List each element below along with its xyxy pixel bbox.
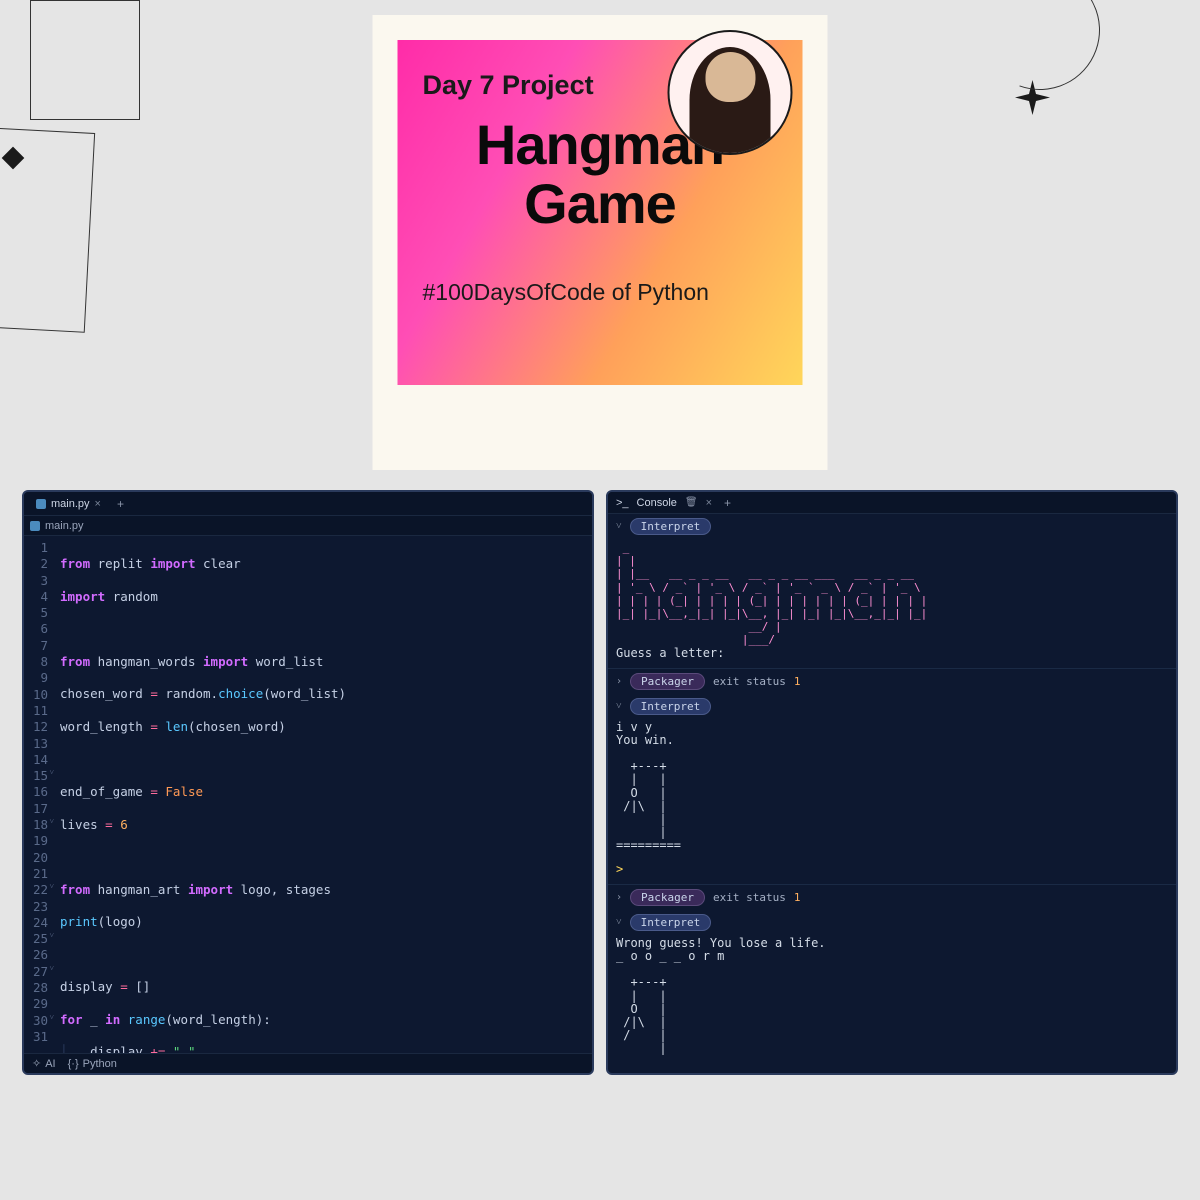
- python-icon: [30, 521, 40, 531]
- avatar: [668, 30, 793, 155]
- exit-status-label: exit status: [713, 891, 786, 904]
- console-section-2: › Packager exit status 1 ˅ Interpret i v…: [608, 669, 1176, 885]
- console-body[interactable]: ˅ Interpret _ | | | |__ __ _ _ __ __ _ _…: [608, 514, 1176, 1073]
- section-bar-interpret-2[interactable]: ˅ Interpret: [608, 694, 1176, 719]
- status-language[interactable]: {·}Python: [68, 1058, 117, 1070]
- section-bar-interpret-1[interactable]: ˅ Interpret: [608, 514, 1176, 539]
- console-pane: >_ Console 🗑 × + ˅ Interpret _ | |: [606, 490, 1178, 1075]
- line-gutter: 1234567891011121314 15˅1617 18˅192021 22…: [24, 536, 54, 1053]
- packager-pill: Packager: [630, 673, 705, 690]
- interpret-pill: Interpret: [630, 518, 712, 535]
- interpret-pill: Interpret: [630, 698, 712, 715]
- decorative-arc: [960, 0, 1119, 110]
- console-title: Console: [637, 497, 677, 509]
- console-new-tab[interactable]: +: [720, 496, 735, 510]
- breadcrumb: main.py: [24, 516, 592, 536]
- console-section-1: ˅ Interpret _ | | | |__ __ _ _ __ __ _ _…: [608, 514, 1176, 669]
- console-prompt[interactable]: >: [608, 861, 1176, 884]
- ascii-logo: _ | | | |__ __ _ _ __ __ _ _ __ ___ __ _…: [616, 541, 927, 646]
- python-icon: [36, 499, 46, 509]
- new-tab-button[interactable]: +: [113, 497, 128, 511]
- card-hashtag: #100DaysOfCode of Python: [423, 279, 778, 306]
- breadcrumb-label: main.py: [45, 520, 84, 532]
- interpret-pill: Interpret: [630, 914, 712, 931]
- console-output-3: Wrong guess! You lose a life. _ o o _ _ …: [608, 935, 1176, 1064]
- console-close-icon[interactable]: ×: [706, 497, 712, 509]
- console-header: >_ Console 🗑 × +: [608, 492, 1176, 514]
- editor-tab-mainpy[interactable]: main.py ×: [30, 498, 107, 510]
- chevron-down-icon: ˅: [616, 521, 622, 532]
- console-output-2: i v y You win. +---+ | | O | /|\ | | | =…: [608, 719, 1176, 861]
- editor-pane: main.py × + main.py 1234567891011121314 …: [22, 490, 594, 1075]
- console-output-1: _ | | | |__ __ _ _ __ __ _ _ __ ___ __ _…: [608, 539, 1176, 668]
- exit-status-label: exit status: [713, 675, 786, 688]
- exit-status-code: 1: [794, 675, 801, 688]
- terminal-icon: >_: [616, 497, 629, 509]
- editor-tab-bar: main.py × +: [24, 492, 592, 516]
- status-bar: ✧AI {·}Python: [24, 1053, 592, 1073]
- console-section-3: › Packager exit status 1 ˅ Interpret Wro…: [608, 885, 1176, 1064]
- code-lines[interactable]: from replit import clear import random f…: [54, 536, 592, 1053]
- hero-card-gradient: Day 7 Project Hangman Game #100DaysOfCod…: [398, 40, 803, 385]
- close-icon[interactable]: ×: [95, 498, 101, 510]
- chevron-right-icon: ›: [616, 676, 622, 687]
- exit-status-code: 1: [794, 891, 801, 904]
- editors-row: main.py × + main.py 1234567891011121314 …: [22, 490, 1178, 1075]
- guess-prompt: Guess a letter:: [616, 646, 732, 660]
- section-bar-interpret-3[interactable]: ˅ Interpret: [608, 910, 1176, 935]
- card-title-line2: Game: [423, 175, 778, 234]
- chevron-down-icon: ˅: [616, 917, 622, 928]
- trash-icon[interactable]: 🗑: [685, 497, 698, 508]
- code-area[interactable]: 1234567891011121314 15˅1617 18˅192021 22…: [24, 536, 592, 1053]
- chevron-right-icon: ›: [616, 892, 622, 903]
- section-bar-packager-1[interactable]: › Packager exit status 1: [608, 669, 1176, 694]
- packager-pill: Packager: [630, 889, 705, 906]
- chevron-down-icon: ˅: [616, 701, 622, 712]
- tab-label: main.py: [51, 498, 90, 510]
- section-bar-packager-2[interactable]: › Packager exit status 1: [608, 885, 1176, 910]
- status-ai[interactable]: ✧AI: [32, 1057, 56, 1070]
- hero-card: Day 7 Project Hangman Game #100DaysOfCod…: [373, 15, 828, 470]
- decorative-box-1: [30, 0, 140, 120]
